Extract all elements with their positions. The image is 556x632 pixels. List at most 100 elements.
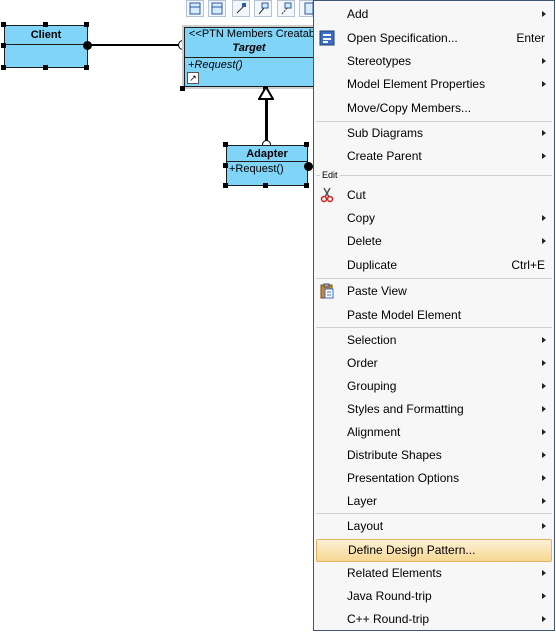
menu-item-shortcut: Enter	[516, 31, 545, 45]
menu-item-cut[interactable]: Cut	[314, 184, 554, 206]
submenu-arrow-icon	[542, 360, 546, 366]
menu-item-label: Distribute Shapes	[347, 448, 442, 462]
menu-item-alignment[interactable]: Alignment	[314, 421, 554, 443]
menu-separator	[316, 513, 552, 514]
menu-item-label: Cut	[347, 188, 366, 202]
menu-item-delete[interactable]: Delete	[314, 230, 554, 252]
submenu-arrow-icon	[542, 383, 546, 389]
scissors-icon	[320, 187, 334, 203]
menu-item-label: Layer	[347, 494, 378, 508]
generalization-icon[interactable]	[254, 0, 272, 17]
submenu-arrow-icon	[542, 238, 546, 244]
selection-handle[interactable]	[43, 22, 48, 27]
selection-handle[interactable]	[1, 22, 6, 27]
submenu-arrow-icon	[542, 475, 546, 481]
menu-item-open-specification[interactable]: Open Specification... Enter	[314, 27, 554, 49]
menu-item-stereotypes[interactable]: Stereotypes	[314, 50, 554, 72]
menu-item-paste-model-element[interactable]: Paste Model Element	[314, 304, 554, 326]
selection-handle[interactable]	[223, 163, 228, 168]
submenu-arrow-icon	[542, 337, 546, 343]
menu-item-model-element-properties[interactable]: Model Element Properties	[314, 73, 554, 95]
selection-handle[interactable]	[43, 65, 48, 70]
shortcut-arrow-icon[interactable]: ↗	[187, 72, 199, 84]
menu-item-label: Open Specification...	[347, 31, 458, 45]
submenu-arrow-icon	[542, 58, 546, 64]
selection-handle[interactable]	[1, 65, 6, 70]
menu-item-layer[interactable]: Layer	[314, 490, 554, 512]
menu-item-java-round-trip[interactable]: Java Round-trip	[314, 585, 554, 607]
submenu-arrow-icon	[542, 452, 546, 458]
selection-handle[interactable]	[1, 43, 6, 48]
menu-item-presentation-options[interactable]: Presentation Options	[314, 467, 554, 489]
class-target[interactable]: <<PTN Members Creatab Target +Request() …	[184, 27, 313, 87]
menu-separator	[316, 175, 552, 176]
diagram-canvas[interactable]: Client <<PTN Members Creatab Target +Req…	[0, 0, 314, 632]
menu-item-paste-view[interactable]: Paste View	[314, 280, 554, 302]
clipboard-icon	[320, 283, 334, 299]
menu-item-label: Duplicate	[347, 258, 398, 272]
realization-icon[interactable]	[299, 0, 314, 17]
submenu-arrow-icon	[542, 429, 546, 435]
menu-item-label: Model Element Properties	[347, 77, 486, 91]
class-client-divider	[5, 44, 87, 45]
submenu-arrow-icon	[542, 215, 546, 221]
association-icon[interactable]	[232, 0, 250, 17]
selection-handle[interactable]	[304, 142, 309, 147]
class-icon-glyph	[189, 2, 201, 15]
submenu-arrow-icon	[542, 153, 546, 159]
menu-item-label: Styles and Formatting	[347, 402, 464, 416]
submenu-arrow-icon	[542, 498, 546, 504]
selection-handle[interactable]	[223, 183, 228, 188]
menu-item-label: Move/Copy Members...	[347, 101, 472, 115]
class-icon[interactable]	[186, 0, 204, 17]
generalization-line[interactable]	[265, 99, 268, 141]
selection-handle[interactable]	[84, 65, 89, 70]
selection-handle[interactable]	[304, 183, 309, 188]
selection-handle[interactable]	[180, 86, 185, 91]
selection-handle[interactable]	[84, 22, 89, 27]
menu-item-move-copy-members[interactable]: Move/Copy Members...	[314, 97, 554, 119]
selection-handle[interactable]	[223, 142, 228, 147]
menu-item-label: C++ Round-trip	[347, 612, 430, 626]
submenu-arrow-icon	[542, 130, 546, 136]
menu-item-grouping[interactable]: Grouping	[314, 375, 554, 397]
menu-item-related-elements[interactable]: Related Elements	[314, 562, 554, 584]
menu-item-create-parent[interactable]: Create Parent	[314, 145, 554, 167]
menu-item-label: Stereotypes	[347, 54, 412, 68]
menu-item-label: Related Elements	[347, 566, 442, 580]
class-adapter-operation: +Request()	[229, 163, 284, 175]
menu-item-styles-and-formatting[interactable]: Styles and Formatting	[314, 398, 554, 420]
menu-item-label: Add	[347, 7, 369, 21]
menu-item-label: Java Round-trip	[347, 589, 432, 603]
menu-item-label: Grouping	[347, 379, 397, 393]
menu-item-copy[interactable]: Copy	[314, 207, 554, 229]
menu-item-label: Paste View	[347, 284, 407, 298]
submenu-arrow-icon	[542, 11, 546, 17]
menu-item-label: Define Design Pattern...	[348, 543, 476, 557]
menu-item-distribute-shapes[interactable]: Distribute Shapes	[314, 444, 554, 466]
class-adapter[interactable]: Adapter +Request()	[226, 145, 308, 186]
submenu-arrow-icon	[542, 523, 546, 529]
menu-item-label: Delete	[347, 234, 382, 248]
class-target-stereotype: <<PTN Members Creatab	[189, 28, 313, 40]
submenu-arrow-icon	[542, 593, 546, 599]
menu-item-duplicate[interactable]: Duplicate Ctrl+E	[314, 254, 554, 276]
menu-item-label: Alignment	[347, 425, 401, 439]
menu-item-sub-diagrams[interactable]: Sub Diagrams	[314, 122, 554, 144]
menu-item-add[interactable]: Add	[314, 3, 554, 25]
menu-item-order[interactable]: Order	[314, 352, 554, 374]
menu-item-label: Layout	[347, 519, 384, 533]
class-client[interactable]: Client	[4, 25, 88, 68]
dependency-icon[interactable]	[277, 0, 295, 17]
menu-item-layout[interactable]: Layout	[314, 515, 554, 537]
menu-item-define-design-pattern[interactable]: Define Design Pattern...	[316, 539, 552, 562]
submenu-arrow-icon	[542, 570, 546, 576]
class-icon[interactable]	[208, 0, 226, 17]
menu-item-label: Order	[347, 356, 378, 370]
menu-item-cpp-round-trip[interactable]: C++ Round-trip	[314, 608, 554, 630]
class-client-name: Client	[30, 29, 62, 41]
association-line[interactable]	[88, 44, 180, 46]
context-menu: Add Open Specification... Enter Stereoty…	[313, 0, 555, 631]
selection-handle[interactable]	[263, 183, 268, 188]
menu-item-selection[interactable]: Selection	[314, 329, 554, 351]
